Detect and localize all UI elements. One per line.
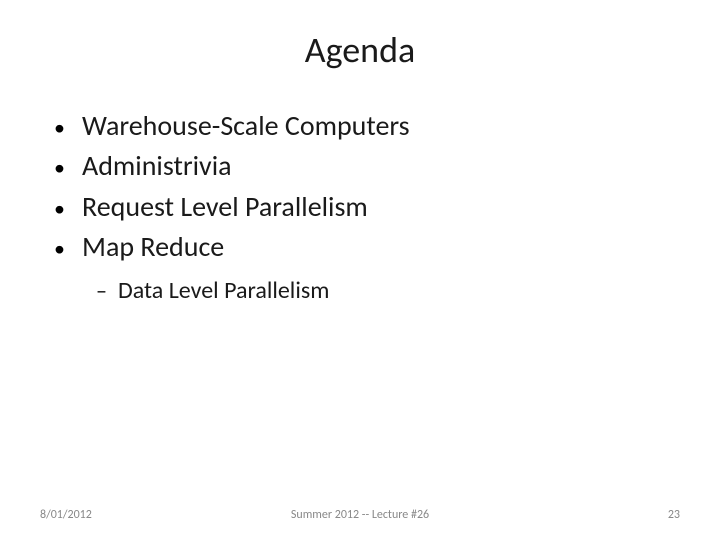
footer-page-number: 23 xyxy=(668,508,680,522)
dash-icon: – xyxy=(96,277,118,304)
bullet-text: Warehouse-Scale Computers xyxy=(82,108,410,144)
sub-bullet-text: Data Level Parallelism xyxy=(118,276,329,305)
footer-date: 8/01/2012 xyxy=(40,508,92,522)
list-item: • Request Level Parallelism xyxy=(54,189,680,225)
bullet-icon: • xyxy=(54,114,82,141)
bullet-text: Administrivia xyxy=(82,148,232,184)
content-area: • Warehouse-Scale Computers • Administri… xyxy=(40,108,680,305)
footer: 8/01/2012 Summer 2012 -- Lecture #26 23 xyxy=(0,508,720,522)
bullet-text: Map Reduce xyxy=(82,229,224,265)
slide: Agenda • Warehouse-Scale Computers • Adm… xyxy=(0,0,720,540)
list-item: • Administrivia xyxy=(54,148,680,184)
bullet-icon: • xyxy=(54,154,82,181)
footer-lecture: Summer 2012 -- Lecture #26 xyxy=(291,508,429,522)
bullet-icon: • xyxy=(54,195,82,222)
list-item: • Warehouse-Scale Computers xyxy=(54,108,680,144)
sub-list-item: – Data Level Parallelism xyxy=(96,276,680,305)
slide-title: Agenda xyxy=(40,28,680,72)
bullet-text: Request Level Parallelism xyxy=(82,189,368,225)
bullet-icon: • xyxy=(54,235,82,262)
list-item: • Map Reduce xyxy=(54,229,680,265)
